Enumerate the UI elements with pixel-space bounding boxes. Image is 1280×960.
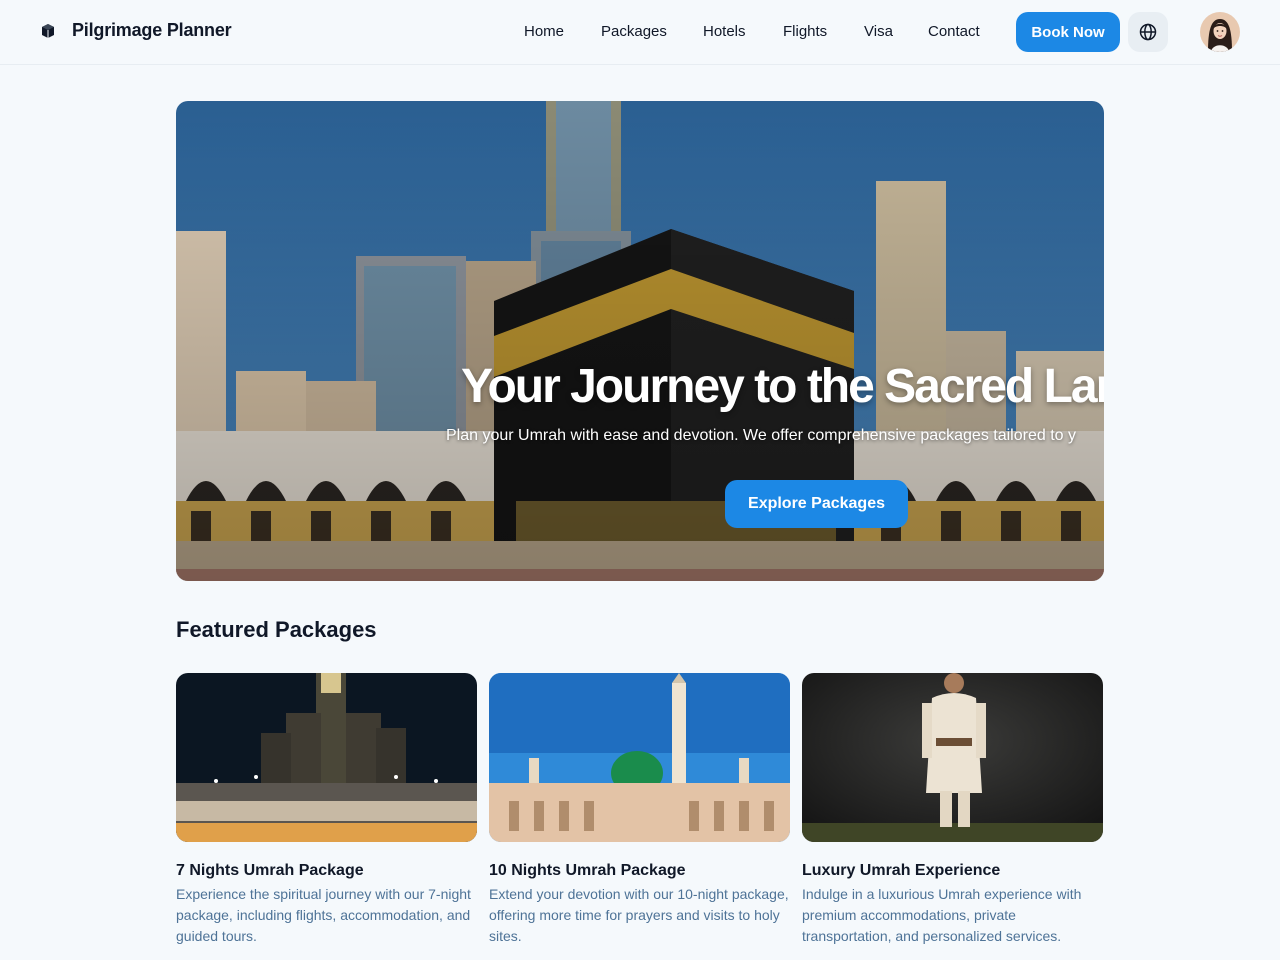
pilgrim-portrait-image — [802, 673, 1103, 842]
language-button[interactable] — [1128, 12, 1168, 52]
package-description: Experience the spiritual journey with ou… — [176, 886, 471, 944]
nav-hotels-link[interactable]: Hotels — [703, 23, 746, 40]
avatar-image — [1200, 12, 1240, 52]
package-card-luxury[interactable]: Luxury Umrah Experience Indulge in a lux… — [802, 673, 1103, 947]
nav-visa-link[interactable]: Visa — [864, 23, 893, 40]
globe-icon — [1139, 23, 1157, 41]
hero-banner: Your Journey to the Sacred Lan Plan your… — [176, 101, 1104, 581]
explore-packages-button[interactable]: Explore Packages — [725, 480, 908, 528]
book-now-button[interactable]: Book Now — [1016, 12, 1120, 52]
package-card-7-nights[interactable]: 7 Nights Umrah Package Experience the sp… — [176, 673, 477, 947]
nav-packages-link[interactable]: Packages — [601, 23, 667, 40]
makkah-night-image — [176, 673, 477, 842]
package-title: 10 Nights Umrah Package — [489, 862, 686, 879]
package-title: Luxury Umrah Experience — [802, 862, 1001, 879]
package-description: Extend your devotion with our 10-night p… — [489, 886, 789, 944]
kaaba-hero-image — [176, 101, 1104, 581]
package-card-10-nights[interactable]: 10 Nights Umrah Package Extend your devo… — [489, 673, 790, 947]
nav-home-link[interactable]: Home — [524, 23, 564, 40]
featured-packages-heading: Featured Packages — [176, 617, 377, 642]
nav-contact-link[interactable]: Contact — [928, 23, 980, 40]
hero-subtitle: Plan your Umrah with ease and devotion. … — [446, 427, 1076, 444]
package-title: 7 Nights Umrah Package — [176, 862, 364, 879]
hero-title: Your Journey to the Sacred Lan — [461, 360, 1104, 413]
nav-flights-link[interactable]: Flights — [783, 23, 827, 40]
madinah-mosque-image — [489, 673, 790, 842]
top-nav-bar: Pilgrimage Planner Home Packages Hotels … — [0, 0, 1280, 65]
package-description: Indulge in a luxurious Umrah experience … — [802, 886, 1082, 944]
user-avatar[interactable] — [1200, 12, 1240, 52]
